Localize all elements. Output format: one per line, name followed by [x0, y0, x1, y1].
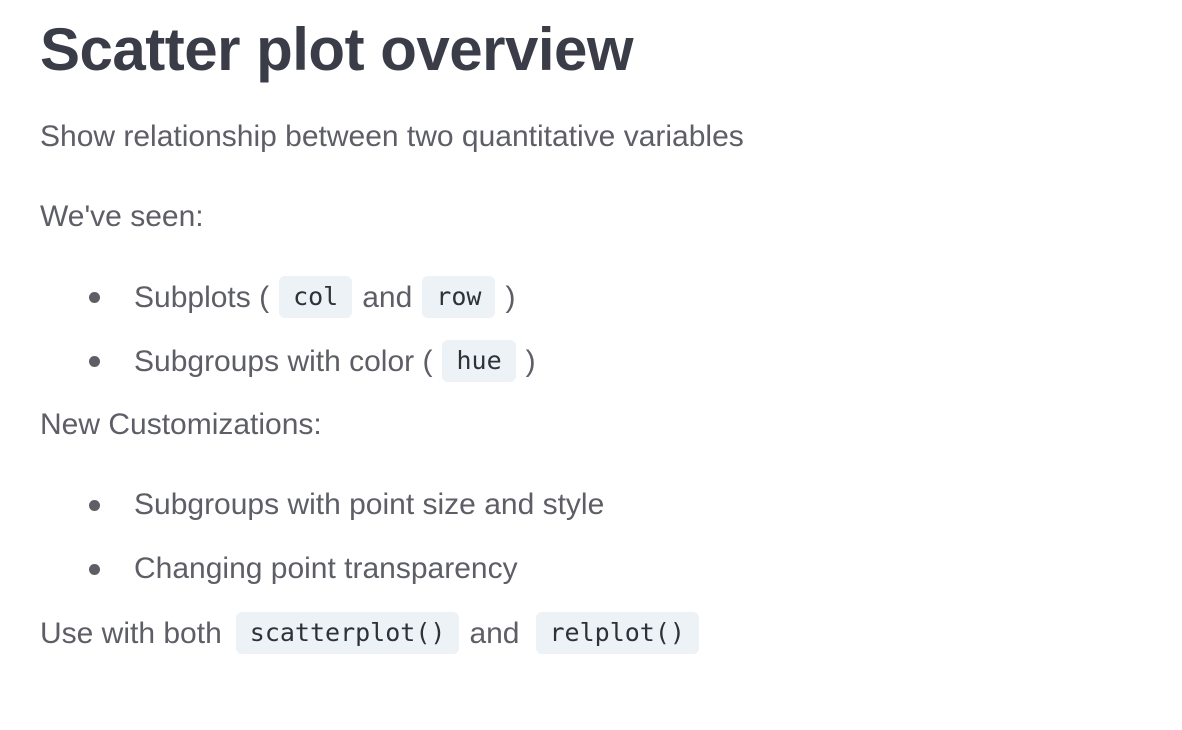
usage-text: and — [469, 617, 520, 650]
slide: Scatter plot overview Show relationship … — [0, 0, 1182, 730]
item-text: Subplots ( — [134, 281, 270, 314]
list-item-subplots: Subplots ( col and row) — [134, 276, 516, 320]
usage-line: Use with both scatterplot() and relplot() — [40, 612, 709, 656]
code-relplot: relplot() — [535, 612, 699, 655]
new-heading: New Customizations: — [40, 408, 322, 441]
item-text: ) — [505, 281, 516, 314]
code-col: col — [279, 276, 353, 319]
intro-text: Show relationship between two quantitati… — [40, 120, 744, 153]
seen-heading: We've seen: — [40, 200, 204, 233]
bullet-icon — [89, 500, 100, 511]
code-hue: hue — [442, 340, 516, 383]
code-scatterplot: scatterplot() — [235, 612, 460, 655]
item-text: and — [362, 281, 413, 314]
list-item-subgroups-color: Subgroups with color ( hue) — [134, 340, 536, 384]
item-text: Subgroups with color ( — [134, 345, 433, 378]
bullet-icon — [89, 356, 100, 367]
list-item-size-style: Subgroups with point size and style — [134, 488, 605, 521]
usage-text: Use with both — [40, 617, 222, 650]
slide-title: Scatter plot overview — [40, 16, 634, 83]
bullet-icon — [89, 564, 100, 575]
item-text: ) — [525, 345, 536, 378]
list-item-transparency: Changing point transparency — [134, 552, 518, 585]
bullet-icon — [89, 292, 100, 303]
code-row: row — [422, 276, 496, 319]
